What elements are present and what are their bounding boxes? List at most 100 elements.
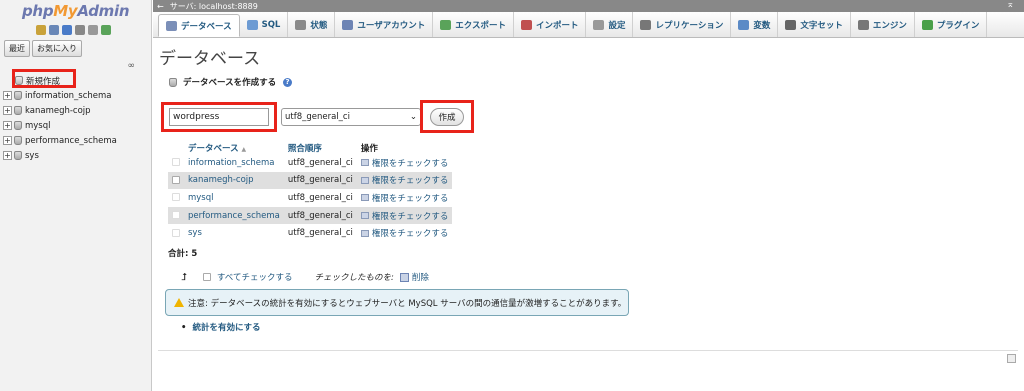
tree-item-information-schema[interactable]: + information_schema: [3, 88, 148, 103]
check-privileges-link[interactable]: 権限をチェックする: [360, 174, 448, 186]
tab-database[interactable]: データベース: [158, 14, 240, 37]
reload-icon[interactable]: [101, 25, 111, 35]
row-checkbox[interactable]: [172, 193, 180, 202]
tab-engine[interactable]: エンジン: [851, 12, 915, 37]
row-checkbox[interactable]: [172, 175, 180, 184]
tree-item-mysql[interactable]: + mysql: [3, 118, 148, 133]
row-checkbox[interactable]: [172, 228, 180, 237]
favorites-tab[interactable]: お気に入り: [32, 40, 82, 57]
collation-cell: utf8_general_ci: [283, 154, 357, 172]
export-icon: [440, 19, 452, 30]
top-menu-tabs: データベース SQL 状態 ユーザアカウント エクスポート インポート 設定 レプリケーション…: [153, 12, 1024, 38]
database-column-header[interactable]: データベース ▲: [184, 141, 284, 154]
check-privileges-link[interactable]: 権限をチェックする: [360, 227, 448, 239]
variables-icon: [738, 19, 750, 30]
privileges-icon: [360, 176, 369, 184]
tab-variables[interactable]: 変数: [731, 12, 779, 37]
check-privileges-link[interactable]: 権限をチェックする: [360, 210, 448, 222]
collation-column-header[interactable]: 照合順序: [283, 141, 357, 154]
tab-sql[interactable]: SQL: [240, 12, 289, 37]
phpmyadmin-logo[interactable]: phpMyAdmin: [22, 2, 130, 20]
table-row: sys utf8_general_ci 権限をチェックする: [168, 224, 453, 242]
check-all-link[interactable]: すべてチェックする: [217, 271, 293, 283]
collapse-arrow-icon[interactable]: ←: [157, 2, 164, 11]
expand-icon[interactable]: +: [3, 91, 12, 100]
collation-select[interactable]: utf8_general_ci ⌄: [281, 108, 421, 126]
select-all-checkbox[interactable]: [202, 273, 211, 281]
table-row: performance_schema utf8_general_ci 権限をチェック…: [168, 206, 453, 225]
recent-tab[interactable]: 最近: [4, 40, 30, 57]
users-icon: [342, 19, 354, 30]
main-content: データベース データベースを作成する ? utf8_general_ci ⌄ 作…: [153, 38, 1024, 391]
database-icon: [14, 106, 22, 115]
row-checkbox[interactable]: [172, 211, 180, 220]
database-icon: [14, 136, 22, 145]
bulk-actions-row: ⮥ すべてチェックする チェックしたものを: 削除: [181, 271, 429, 284]
server-label[interactable]: サーバ: localhost:8889: [170, 1, 258, 12]
database-link[interactable]: mysql: [188, 193, 214, 203]
help-icon[interactable]: [62, 25, 72, 35]
list-icon[interactable]: [49, 25, 59, 35]
collation-cell: utf8_general_ci: [283, 224, 357, 242]
database-icon: [14, 121, 22, 130]
highlight-box-create: [420, 100, 474, 133]
delete-icon: [399, 272, 409, 282]
expand-icon[interactable]: +: [3, 136, 12, 145]
total-count: 合計: 5: [168, 249, 198, 259]
database-link[interactable]: information_schema: [188, 158, 275, 168]
check-privileges-link[interactable]: 権限をチェックする: [360, 192, 448, 204]
privileges-icon: [360, 159, 369, 167]
tree-item-sys[interactable]: + sys: [3, 148, 148, 163]
tree-item-performance-schema[interactable]: + performance_schema: [3, 133, 148, 148]
help-icon[interactable]: ?: [283, 77, 293, 87]
collation-cell: utf8_general_ci: [283, 189, 357, 207]
check-privileges-link[interactable]: 権限をチェックする: [360, 157, 448, 169]
notice-message: 注意: データベースの統計を有効にするとウェブサーバと MySQL サーバの間の…: [165, 289, 629, 316]
database-icon: [14, 151, 22, 160]
tab-plugin[interactable]: プラグイン: [915, 12, 988, 37]
tab-status[interactable]: 状態: [288, 12, 336, 37]
privileges-icon: [360, 229, 369, 237]
console-icon[interactable]: [1007, 354, 1016, 363]
collapse-icon[interactable]: ⌅: [1006, 0, 1014, 10]
new-database-icon: [169, 77, 177, 87]
expand-icon[interactable]: +: [3, 151, 12, 160]
database-icon: [166, 20, 177, 31]
create-database-heading: データベースを作成する ?: [169, 76, 293, 88]
server-breadcrumb-bar: ← サーバ: localhost:8889 ⌅: [153, 0, 1024, 12]
tab-wrench[interactable]: 設定: [586, 12, 634, 37]
wrench-icon: [593, 19, 605, 30]
tab-users[interactable]: ユーザアカウント: [335, 12, 434, 37]
database-icon: [14, 91, 22, 100]
plugin-icon: [921, 19, 933, 30]
table-row: kanamegh-cojp utf8_general_ci 権限をチェックする: [168, 171, 453, 190]
expand-icon[interactable]: +: [3, 121, 12, 130]
row-checkbox[interactable]: [172, 158, 180, 167]
database-link[interactable]: performance_schema: [188, 211, 280, 221]
home-icon[interactable]: [36, 25, 46, 35]
navigation-sidebar: phpMyAdmin 最近 お気に入り ∞ 新規作成 + information…: [0, 0, 152, 391]
link-icon[interactable]: ∞: [128, 61, 136, 71]
settings-icon[interactable]: [88, 25, 98, 35]
page-title: データベース: [159, 49, 261, 69]
collation-cell: utf8_general_ci: [283, 171, 357, 190]
action-column-header: 操作: [356, 141, 453, 154]
tree-item-kanamegh-cojp[interactable]: + kanamegh-cojp: [3, 103, 148, 118]
privileges-icon: [360, 212, 369, 220]
tab-export[interactable]: エクスポート: [433, 12, 514, 37]
database-link[interactable]: kanamegh-cojp: [188, 175, 254, 185]
arrow-up-icon: ⮥: [181, 271, 187, 283]
database-link[interactable]: sys: [188, 228, 202, 238]
tab-charset[interactable]: 文字セット: [778, 12, 851, 37]
with-selected-label: チェックしたものを:: [314, 273, 394, 283]
expand-icon[interactable]: +: [3, 106, 12, 115]
sort-asc-icon: ▲: [241, 145, 247, 153]
enable-statistics-link[interactable]: 統計を有効にする: [181, 321, 260, 333]
engine-icon: [857, 19, 869, 30]
collation-cell: utf8_general_ci: [283, 206, 357, 225]
delete-button[interactable]: 削除: [399, 271, 429, 283]
tab-replication[interactable]: レプリケーション: [633, 12, 732, 37]
docs-icon[interactable]: [75, 25, 85, 35]
table-row: mysql utf8_general_ci 権限をチェックする: [168, 189, 453, 207]
tab-import[interactable]: インポート: [514, 12, 587, 37]
